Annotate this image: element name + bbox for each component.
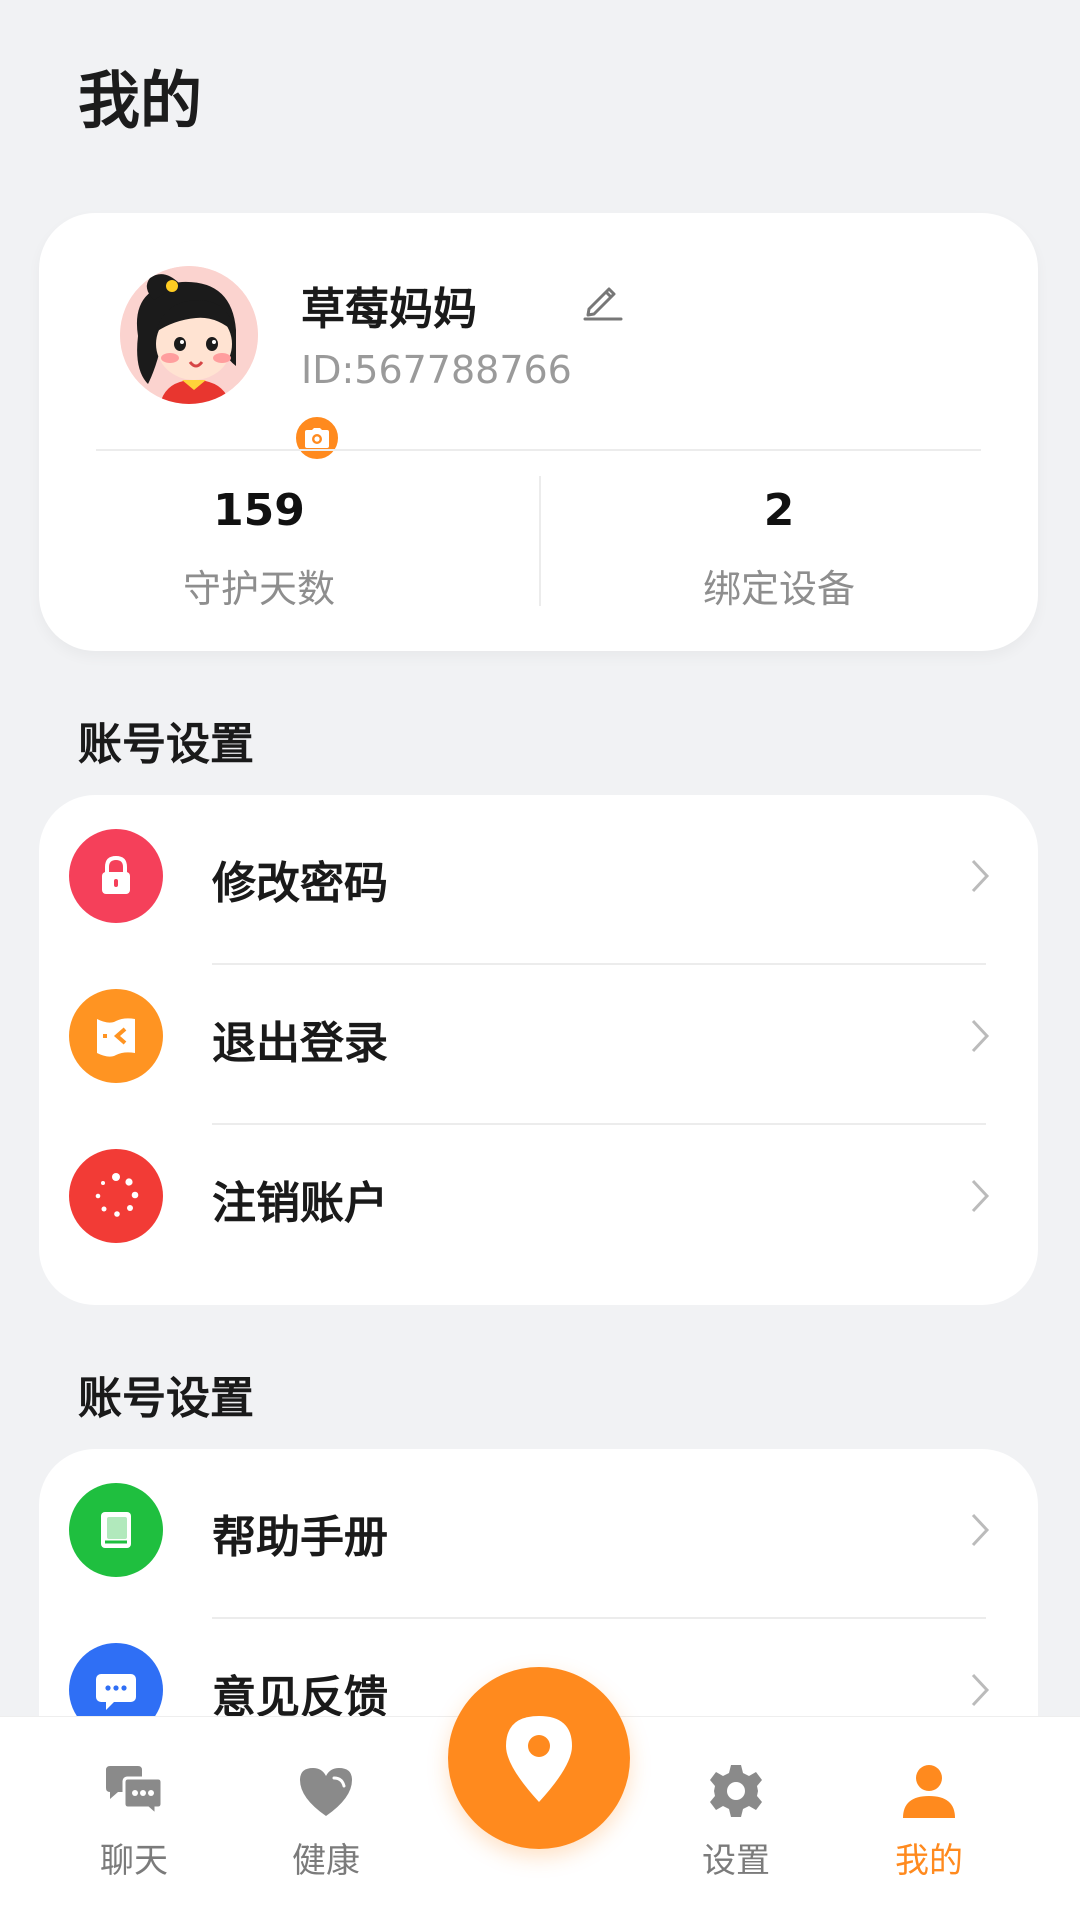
list-item-logout[interactable]: 退出登录 xyxy=(39,955,1038,1115)
page-title: 我的 xyxy=(78,64,203,137)
item-label: 修改密码 xyxy=(212,858,388,909)
item-label: 注销账户 xyxy=(212,1178,388,1229)
nav-label: 健康 xyxy=(292,1841,360,1881)
edit-name-button[interactable] xyxy=(581,277,625,325)
stat-bound-devices[interactable]: 2 绑定设备 xyxy=(579,485,979,613)
change-avatar-button[interactable] xyxy=(292,413,342,463)
chevron-right-icon xyxy=(971,859,990,893)
nav-settings[interactable]: 设置 xyxy=(666,1759,806,1882)
chevron-right-icon xyxy=(971,1673,990,1707)
nav-health[interactable]: 健康 xyxy=(256,1759,396,1882)
nav-label: 我的 xyxy=(895,1841,963,1881)
nav-label: 设置 xyxy=(702,1841,770,1881)
location-button[interactable] xyxy=(448,1667,630,1849)
nav-mine[interactable]: 我的 xyxy=(859,1759,999,1882)
list-item-change-password[interactable]: 修改密码 xyxy=(39,795,1038,955)
avatar[interactable] xyxy=(120,266,342,463)
chevron-right-icon xyxy=(971,1513,990,1547)
stat-value: 2 xyxy=(763,485,795,536)
divider xyxy=(539,476,541,606)
lock-icon xyxy=(69,829,163,923)
chat-icon xyxy=(64,1759,204,1823)
nav-label: 聊天 xyxy=(100,1841,168,1881)
nav-chat[interactable]: 聊天 xyxy=(64,1759,204,1882)
book-icon xyxy=(69,1483,163,1577)
section-title: 账号设置 xyxy=(78,1373,254,1424)
section-title: 账号设置 xyxy=(78,719,254,770)
chevron-right-icon xyxy=(971,1019,990,1053)
heart-icon xyxy=(256,1759,396,1823)
stat-label: 守护天数 xyxy=(182,567,335,611)
user-name: 草莓妈妈 xyxy=(301,284,477,335)
item-label: 退出登录 xyxy=(212,1018,388,1069)
user-icon xyxy=(859,1759,999,1823)
gear-icon xyxy=(666,1759,806,1823)
user-id: ID:567788766 xyxy=(301,348,572,392)
account-settings-list: 修改密码 退出登录 注销账户 xyxy=(39,795,1038,1305)
profile-page: 我的 草莓妈妈 ID:567788766 159 守护天数 2 绑定设备 账号设… xyxy=(0,0,1080,1920)
logout-icon xyxy=(69,989,163,1083)
avatar-illustration xyxy=(120,266,258,404)
profile-card: 草莓妈妈 ID:567788766 159 守护天数 2 绑定设备 xyxy=(39,213,1038,651)
item-label: 帮助手册 xyxy=(212,1512,388,1563)
camera-icon xyxy=(305,428,329,448)
chevron-right-icon xyxy=(971,1179,990,1213)
stat-value: 159 xyxy=(213,485,305,536)
location-pin-icon xyxy=(506,1716,572,1802)
divider xyxy=(96,449,981,451)
list-item-delete-account[interactable]: 注销账户 xyxy=(39,1115,1038,1275)
pencil-icon xyxy=(583,287,623,321)
stat-guard-days[interactable]: 159 守护天数 xyxy=(39,485,479,613)
list-item-help-manual[interactable]: 帮助手册 xyxy=(39,1449,1038,1609)
spinner-icon xyxy=(69,1149,163,1243)
stat-label: 绑定设备 xyxy=(702,567,855,611)
